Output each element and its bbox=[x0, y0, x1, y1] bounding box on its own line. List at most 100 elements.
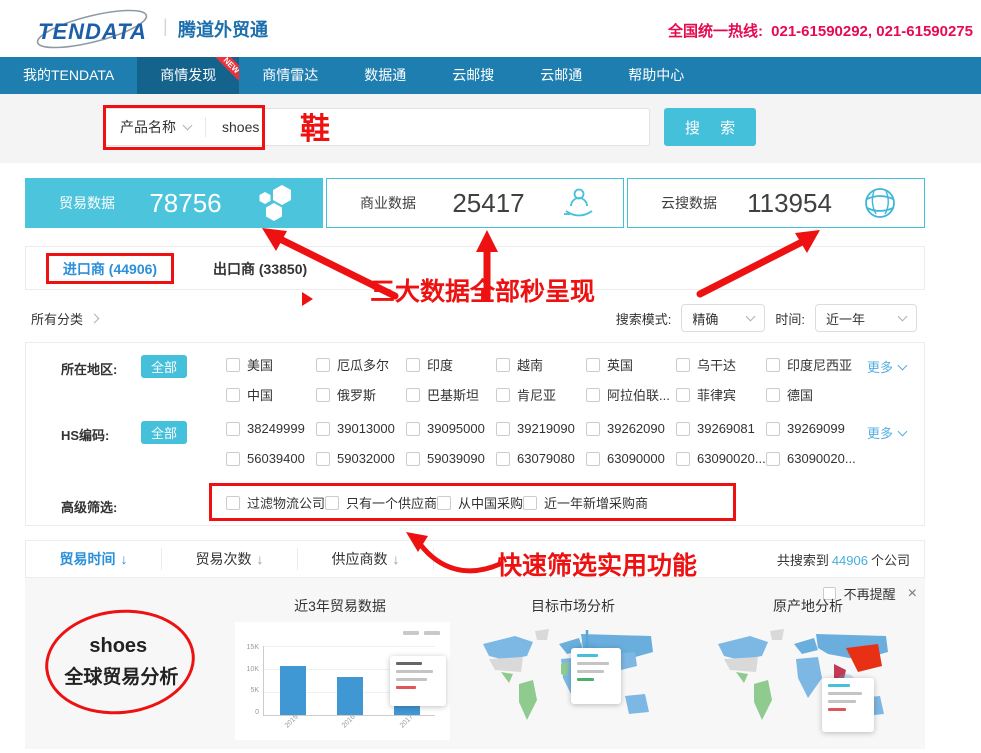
stat-card-trade[interactable]: 贸易数据 78756 bbox=[25, 178, 323, 228]
checkbox[interactable] bbox=[226, 452, 240, 466]
checkbox[interactable] bbox=[676, 388, 690, 402]
hs-checkbox-item[interactable]: 38249999 bbox=[226, 421, 316, 436]
checkbox[interactable] bbox=[316, 358, 330, 372]
checkbox[interactable] bbox=[586, 422, 600, 436]
time-select[interactable]: 近一年 bbox=[815, 304, 917, 332]
region-checkbox-item[interactable]: 肯尼亚 bbox=[496, 385, 586, 404]
nav-item-label: 数据通 bbox=[364, 67, 406, 83]
checkbox[interactable] bbox=[676, 358, 690, 372]
checkbox[interactable] bbox=[406, 422, 420, 436]
hs-checkbox-item[interactable]: 39013000 bbox=[316, 421, 406, 436]
search-mode-select[interactable]: 精确 bbox=[681, 304, 765, 332]
region-checkbox-item[interactable]: 俄罗斯 bbox=[316, 385, 406, 404]
nav-item[interactable]: 云邮通 bbox=[517, 57, 605, 94]
region-checkbox-item[interactable]: 中国 bbox=[226, 385, 316, 404]
region-checkbox-item[interactable]: 阿拉伯联... bbox=[586, 385, 676, 404]
region-checkbox-item[interactable]: 印度尼西亚 bbox=[766, 355, 856, 374]
hs-checkbox-item[interactable]: 63090020... bbox=[676, 451, 766, 466]
nav-item[interactable]: 帮助中心 bbox=[605, 57, 707, 94]
tab-exporters[interactable]: 出口商 (33850) bbox=[213, 247, 307, 291]
checkbox-label: 56039400 bbox=[247, 451, 305, 466]
hs-more-link[interactable]: 更多 bbox=[867, 423, 906, 442]
checkbox-label: 63090000 bbox=[607, 451, 665, 466]
search-input[interactable] bbox=[206, 119, 586, 135]
stat-card-business[interactable]: 商业数据 25417 bbox=[326, 178, 624, 228]
checkbox-label: 63090020... bbox=[787, 451, 856, 466]
hs-checkbox-item[interactable]: 63079080 bbox=[496, 451, 586, 466]
checkbox[interactable] bbox=[406, 388, 420, 402]
checkbox[interactable] bbox=[523, 496, 537, 510]
hs-checkbox-item[interactable]: 39269099 bbox=[766, 421, 856, 436]
chevron-right-icon bbox=[90, 313, 100, 323]
region-checkbox-item[interactable]: 菲律宾 bbox=[676, 385, 766, 404]
hs-checkbox-item[interactable]: 39269081 bbox=[676, 421, 766, 436]
hs-checkbox-item[interactable]: 59039090 bbox=[406, 451, 496, 466]
checkbox[interactable] bbox=[766, 422, 780, 436]
region-all-badge[interactable]: 全部 bbox=[141, 355, 187, 378]
stat-card-cloudsearch[interactable]: 云搜数据 113954 bbox=[627, 178, 925, 228]
checkbox[interactable] bbox=[676, 452, 690, 466]
checkbox[interactable] bbox=[325, 496, 339, 510]
checkbox[interactable] bbox=[437, 496, 451, 510]
nav-item[interactable]: 数据通 bbox=[341, 57, 429, 94]
nav-item[interactable]: 我的TENDATA bbox=[0, 57, 137, 94]
hs-checkbox-item[interactable]: 56039400 bbox=[226, 451, 316, 466]
region-checkbox-item[interactable]: 巴基斯坦 bbox=[406, 385, 496, 404]
hs-checkbox-item[interactable]: 39095000 bbox=[406, 421, 496, 436]
checkbox[interactable] bbox=[316, 452, 330, 466]
checkbox[interactable] bbox=[496, 422, 510, 436]
checkbox[interactable] bbox=[226, 422, 240, 436]
checkbox[interactable] bbox=[766, 358, 780, 372]
checkbox[interactable] bbox=[406, 358, 420, 372]
hs-checkbox-item[interactable]: 39262090 bbox=[586, 421, 676, 436]
checkbox[interactable] bbox=[586, 358, 600, 372]
nav-item[interactable]: 商情发现 NEW bbox=[137, 57, 239, 94]
checkbox[interactable] bbox=[226, 388, 240, 402]
region-checkbox-item[interactable]: 英国 bbox=[586, 355, 676, 374]
region-checkbox-item[interactable]: 印度 bbox=[406, 355, 496, 374]
chart-title: 近3年贸易数据 bbox=[230, 596, 450, 616]
checkbox[interactable] bbox=[406, 452, 420, 466]
checkbox[interactable] bbox=[766, 388, 780, 402]
region-checkbox-item[interactable]: 美国 bbox=[226, 355, 316, 374]
checkbox[interactable] bbox=[226, 496, 240, 510]
checkbox[interactable] bbox=[586, 388, 600, 402]
region-checkbox-item[interactable]: 德国 bbox=[766, 385, 856, 404]
hs-checkbox-item[interactable]: 63090000 bbox=[586, 451, 676, 466]
checkbox[interactable] bbox=[316, 388, 330, 402]
search-button[interactable]: 搜 索 bbox=[664, 108, 756, 146]
region-checkbox-item[interactable]: 乌干达 bbox=[676, 355, 766, 374]
tab-importers[interactable]: 进口商 (44906) bbox=[46, 253, 174, 284]
nav-item[interactable]: 云邮搜 bbox=[429, 57, 517, 94]
hs-all-badge[interactable]: 全部 bbox=[141, 421, 187, 444]
hs-checkbox-item[interactable]: 59032000 bbox=[316, 451, 406, 466]
checkbox[interactable] bbox=[496, 388, 510, 402]
advanced-checkbox-item[interactable]: 过滤物流公司 bbox=[226, 493, 325, 512]
hs-checkbox-item[interactable]: 39219090 bbox=[496, 421, 586, 436]
search-category-label: 产品名称 bbox=[120, 117, 176, 137]
region-checkbox-item[interactable]: 越南 bbox=[496, 355, 586, 374]
nav-item[interactable]: 商情雷达 bbox=[239, 57, 341, 94]
region-more-link[interactable]: 更多 bbox=[867, 357, 906, 376]
region-checkbox-item[interactable]: 厄瓜多尔 bbox=[316, 355, 406, 374]
checkbox[interactable] bbox=[586, 452, 600, 466]
advanced-checkbox-item[interactable]: 近一年新增采购商 bbox=[523, 493, 648, 512]
analysis-preview-panel: 不再提醒 × shoes 全球贸易分析 近3年贸易数据 15K10K5K0 20… bbox=[25, 578, 925, 749]
hs-checkbox-item[interactable]: 63090020... bbox=[766, 451, 856, 466]
advanced-checkbox-item[interactable]: 只有一个供应商 bbox=[325, 493, 437, 512]
checkbox[interactable] bbox=[676, 422, 690, 436]
checkbox[interactable] bbox=[766, 452, 780, 466]
advanced-checkbox-item[interactable]: 从中国采购 bbox=[437, 493, 523, 512]
sort-trade-count[interactable]: 贸易次数 bbox=[162, 549, 297, 569]
all-categories-link[interactable]: 所有分类 bbox=[31, 309, 98, 328]
sort-trade-time[interactable]: 贸易时间 bbox=[26, 549, 161, 569]
chevron-down-icon bbox=[898, 360, 908, 370]
checkbox[interactable] bbox=[496, 452, 510, 466]
sort-supplier-count[interactable]: 供应商数 bbox=[298, 549, 433, 569]
tendata-logo[interactable]: TENDATA bbox=[28, 6, 158, 52]
checkbox[interactable] bbox=[496, 358, 510, 372]
checkbox[interactable] bbox=[316, 422, 330, 436]
search-category-dropdown[interactable]: 产品名称 bbox=[106, 109, 205, 145]
checkbox-label: 英国 bbox=[607, 355, 633, 374]
checkbox[interactable] bbox=[226, 358, 240, 372]
